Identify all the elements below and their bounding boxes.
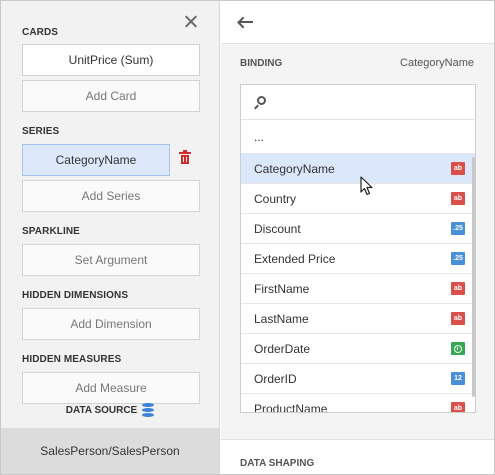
field-list-box: ... CategoryName ab Country ab Discount .25 Ex… bbox=[240, 84, 476, 413]
add-card-button[interactable]: Add Card bbox=[22, 80, 200, 112]
field-item[interactable]: Discount .25 bbox=[241, 214, 475, 244]
section-label-sparkline: SPARKLINE bbox=[22, 226, 80, 237]
string-type-badge: ab bbox=[451, 162, 465, 175]
string-type-badge: ab bbox=[451, 312, 465, 325]
database-icon bbox=[142, 403, 155, 417]
section-label-series: SERIES bbox=[22, 126, 60, 137]
field-item-label: OrderDate bbox=[254, 341, 311, 356]
field-item[interactable]: OrderDate bbox=[241, 334, 475, 364]
close-icon[interactable] bbox=[181, 12, 201, 32]
add-dimension-button[interactable]: Add Dimension bbox=[22, 308, 200, 340]
field-item-label: LastName bbox=[254, 311, 309, 326]
field-list: CategoryName ab Country ab Discount .25 Extend… bbox=[241, 154, 475, 413]
field-item[interactable]: FirstName ab bbox=[241, 274, 475, 304]
set-argument-button[interactable]: Set Argument bbox=[22, 244, 200, 276]
binding-editor-window: CARDS UnitPrice (Sum) Add Card SERIES Ca… bbox=[0, 0, 495, 475]
data-shaping-section[interactable]: DATA SHAPING bbox=[221, 439, 494, 474]
field-item[interactable]: CategoryName ab bbox=[241, 154, 475, 184]
field-item-label: Discount bbox=[254, 221, 301, 236]
trash-icon[interactable] bbox=[178, 150, 192, 167]
parent-level-item[interactable]: ... bbox=[241, 120, 475, 154]
binding-label: BINDING bbox=[240, 58, 283, 69]
list-scrollbar[interactable] bbox=[472, 157, 475, 397]
search-row bbox=[241, 85, 475, 120]
add-series-button[interactable]: Add Series bbox=[22, 180, 200, 212]
section-label-cards: CARDS bbox=[22, 27, 59, 38]
number-type-badge: .25 bbox=[451, 252, 465, 265]
data-source-row: DATA SOURCE bbox=[1, 403, 219, 417]
field-item[interactable]: ProductName ab bbox=[241, 394, 475, 413]
field-item[interactable]: Country ab bbox=[241, 184, 475, 214]
data-source-label: DATA SOURCE bbox=[65, 404, 138, 416]
number-type-badge: .25 bbox=[451, 222, 465, 235]
binding-panel: BINDING CategoryName ... CategoryName ab C… bbox=[221, 1, 494, 474]
add-measure-button[interactable]: Add Measure bbox=[22, 372, 200, 404]
data-source-footer[interactable]: SalesPerson/SalesPerson bbox=[1, 428, 219, 474]
field-item[interactable]: Extended Price .25 bbox=[241, 244, 475, 274]
field-item[interactable]: LastName ab bbox=[241, 304, 475, 334]
date-type-icon bbox=[451, 342, 465, 355]
string-type-badge: ab bbox=[451, 192, 465, 205]
search-input[interactable] bbox=[273, 92, 468, 112]
field-item-label: ProductName bbox=[254, 401, 328, 413]
card-unitprice-button[interactable]: UnitPrice (Sum) bbox=[22, 44, 200, 76]
field-item-label: Country bbox=[254, 191, 297, 206]
integer-type-badge: 12 bbox=[451, 372, 465, 385]
section-label-hidden-dimensions: HIDDEN DIMENSIONS bbox=[22, 290, 129, 301]
back-arrow-icon[interactable] bbox=[237, 13, 255, 31]
string-type-badge: ab bbox=[451, 402, 465, 412]
field-item-label: FirstName bbox=[254, 281, 310, 296]
data-items-panel: CARDS UnitPrice (Sum) Add Card SERIES Ca… bbox=[1, 1, 220, 474]
binding-value: CategoryName bbox=[400, 57, 474, 69]
search-icon bbox=[254, 96, 267, 110]
field-item[interactable]: OrderID 12 bbox=[241, 364, 475, 394]
data-shaping-label: DATA SHAPING bbox=[240, 458, 315, 469]
series-categoryname-button[interactable]: CategoryName bbox=[22, 144, 170, 176]
field-item-label: Extended Price bbox=[254, 251, 336, 266]
field-item-label: OrderID bbox=[254, 371, 297, 386]
section-label-hidden-measures: HIDDEN MEASURES bbox=[22, 354, 122, 365]
string-type-badge: ab bbox=[451, 282, 465, 295]
binding-panel-header bbox=[221, 1, 494, 44]
field-item-label: CategoryName bbox=[254, 161, 335, 176]
